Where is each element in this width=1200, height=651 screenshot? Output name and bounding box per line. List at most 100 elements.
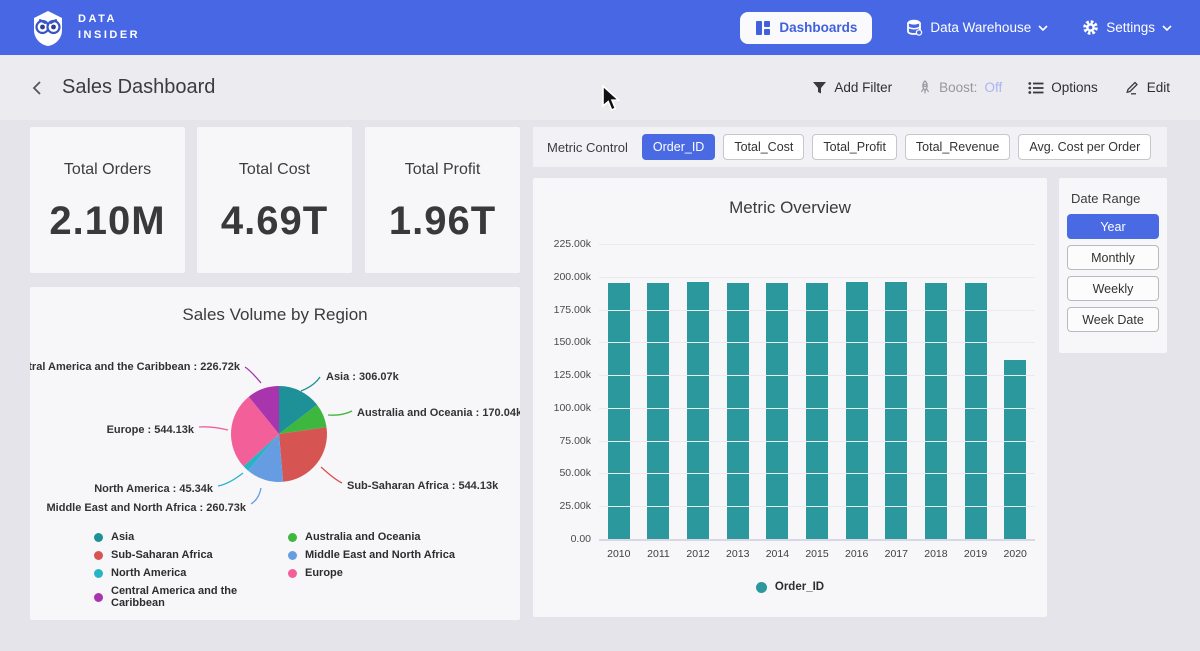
- settings-label: Settings: [1106, 20, 1155, 35]
- pie-legend-item-north-america[interactable]: North America: [94, 567, 288, 579]
- y-tick-label: 150.00k: [554, 336, 591, 348]
- chevron-down-icon: [1162, 25, 1172, 31]
- add-filter-button[interactable]: Add Filter: [812, 80, 892, 95]
- pie-legend-item-central-america-and-the-caribbean[interactable]: Central America and the Caribbean: [94, 585, 288, 609]
- data-warehouse-label: Data Warehouse: [930, 20, 1031, 35]
- metric-chip-total-profit[interactable]: Total_Profit: [812, 134, 897, 160]
- metric-chip-order-id[interactable]: Order_ID: [642, 134, 715, 160]
- boost-toggle[interactable]: Boost: Off: [918, 80, 1002, 95]
- bar-2020[interactable]: [1004, 360, 1026, 539]
- pie-slice-label: Europe : 544.13k: [107, 424, 195, 436]
- options-button[interactable]: Options: [1028, 80, 1098, 95]
- metric-chip-total-revenue[interactable]: Total_Revenue: [905, 134, 1010, 160]
- options-label: Options: [1051, 80, 1098, 95]
- pie-slice-label: Asia : 306.07k: [326, 371, 400, 383]
- y-tick-label: 75.00k: [559, 435, 591, 447]
- kpi-card-total-cost: Total Cost 4.69T: [197, 127, 352, 273]
- owl-logo-icon: [28, 8, 68, 48]
- bar-2013[interactable]: [727, 283, 749, 539]
- pie-legend-item-middle-east-and-north-africa[interactable]: Middle East and North Africa: [288, 549, 455, 561]
- bar-chart-legend: Order_ID: [533, 581, 1047, 593]
- pie-slice-sub-saharan-africa[interactable]: [279, 427, 327, 482]
- dashboards-icon: [755, 20, 771, 36]
- pie-slice-label: Sub-Saharan Africa : 544.13k: [347, 480, 499, 492]
- bar-slot-2014: 2014: [758, 244, 798, 539]
- bar-2016[interactable]: [846, 282, 868, 540]
- y-tick-label: 25.00k: [559, 500, 591, 512]
- gridline: [599, 342, 1035, 343]
- header-actions: Add Filter Boost: Off Options: [812, 80, 1170, 95]
- date-range-monthly[interactable]: Monthly: [1067, 245, 1159, 270]
- x-tick-label: 2019: [964, 548, 987, 560]
- kpi-label: Total Orders: [30, 161, 185, 179]
- data-warehouse-menu[interactable]: Data Warehouse: [906, 19, 1048, 36]
- pie-legend-item-sub-saharan-africa[interactable]: Sub-Saharan Africa: [94, 549, 288, 561]
- bar-2014[interactable]: [766, 283, 788, 539]
- bar-2011[interactable]: [647, 283, 669, 539]
- pie-leader-line: [321, 467, 342, 483]
- gridline: [599, 408, 1035, 409]
- date-range-week-date[interactable]: Week Date: [1067, 307, 1159, 332]
- bar-2012[interactable]: [687, 282, 709, 540]
- y-tick-label: 175.00k: [554, 304, 591, 316]
- kpi-value: 4.69T: [197, 199, 352, 244]
- rocket-icon: [918, 80, 932, 95]
- date-range-card: Date Range Year Monthly Weekly Week Date: [1059, 178, 1167, 353]
- pie-slice-label: Middle East and North Africa : 260.73k: [47, 502, 247, 514]
- pie-legend-item-europe[interactable]: Europe: [288, 567, 455, 579]
- bar-2019[interactable]: [965, 283, 987, 539]
- pie-leader-line: [218, 473, 243, 486]
- back-button[interactable]: [30, 80, 46, 96]
- kpi-label: Total Profit: [365, 161, 520, 179]
- brand-text: DATA INSIDER: [78, 12, 140, 44]
- bar-slot-2010: 2010: [599, 244, 639, 539]
- legend-dot: [94, 593, 103, 602]
- kpi-value: 2.10M: [30, 199, 185, 244]
- x-tick-label: 2020: [1004, 548, 1027, 560]
- bar-chart-title: Metric Overview: [533, 178, 1047, 218]
- y-tick-label: 200.00k: [554, 271, 591, 283]
- page-title: Sales Dashboard: [62, 76, 215, 99]
- dashboards-label: Dashboards: [779, 20, 857, 35]
- x-tick-label: 2014: [766, 548, 789, 560]
- dashboards-button[interactable]: Dashboards: [740, 12, 872, 44]
- legend-label: Middle East and North Africa: [305, 549, 455, 561]
- settings-menu[interactable]: Settings: [1082, 19, 1172, 36]
- pie-legend-item-asia[interactable]: Asia: [94, 531, 288, 543]
- bar-2018[interactable]: [925, 283, 947, 539]
- app-root: DATA INSIDER Dashboards D: [0, 0, 1200, 651]
- brand-line2: INSIDER: [78, 28, 140, 44]
- x-tick-label: 2011: [647, 548, 670, 560]
- y-tick-label: 125.00k: [554, 369, 591, 381]
- legend-dot: [288, 551, 297, 560]
- metric-chip-avg-cost-per-order[interactable]: Avg. Cost per Order: [1018, 134, 1151, 160]
- bar-2017[interactable]: [885, 282, 907, 539]
- bar-slot-2015: 2015: [797, 244, 837, 539]
- pie-leader-line: [245, 367, 261, 383]
- gridline: [599, 473, 1035, 474]
- metric-chip-total-cost[interactable]: Total_Cost: [723, 134, 804, 160]
- y-tick-label: 100.00k: [554, 402, 591, 414]
- edit-button[interactable]: Edit: [1124, 80, 1170, 95]
- pie-legend-item-australia-and-oceania[interactable]: Australia and Oceania: [288, 531, 455, 543]
- x-tick-label: 2015: [805, 548, 828, 560]
- date-range-weekly[interactable]: Weekly: [1067, 276, 1159, 301]
- add-filter-label: Add Filter: [834, 80, 892, 95]
- pie-leader-line: [199, 427, 228, 430]
- chevron-down-icon: [1038, 25, 1048, 31]
- bar-2015[interactable]: [806, 283, 828, 539]
- y-tick-label: 50.00k: [559, 467, 591, 479]
- legend-series-name: Order_ID: [775, 581, 824, 593]
- date-range-year[interactable]: Year: [1067, 214, 1159, 239]
- bar-2010[interactable]: [608, 283, 630, 539]
- bar-slot-2013: 2013: [718, 244, 758, 539]
- date-range-label: Date Range: [1071, 191, 1167, 206]
- brand: DATA INSIDER: [28, 8, 140, 48]
- pie-leader-line: [328, 411, 352, 415]
- legend-label: Central America and the Caribbean: [111, 585, 288, 609]
- legend-dot: [94, 533, 103, 542]
- bar-slot-2012: 2012: [678, 244, 718, 539]
- legend-dot: [288, 569, 297, 578]
- bar-slot-2016: 2016: [837, 244, 877, 539]
- legend-label: Europe: [305, 567, 343, 579]
